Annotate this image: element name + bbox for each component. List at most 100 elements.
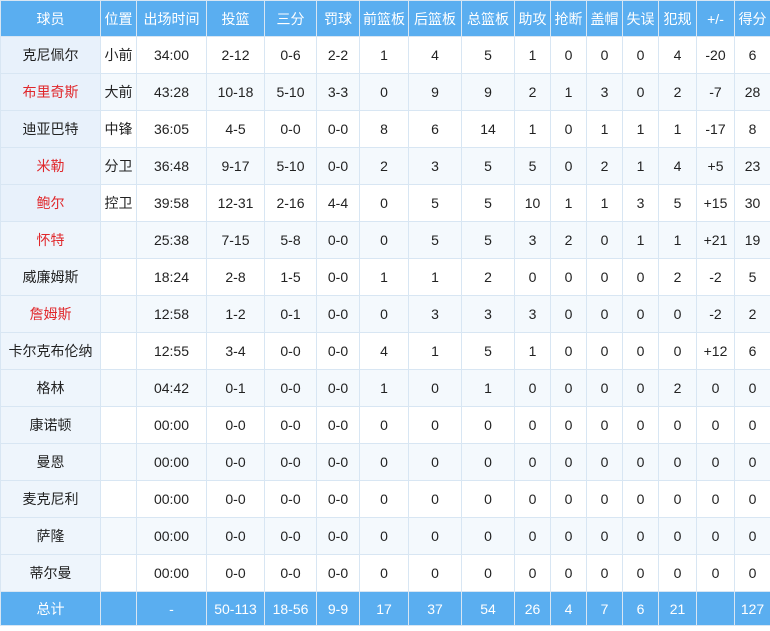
cell-player-name[interactable]: 蒂尔曼 bbox=[0, 554, 101, 592]
cell-turnovers: 1 bbox=[622, 110, 659, 148]
cell-player-name[interactable]: 卡尔克布伦纳 bbox=[0, 332, 101, 370]
total-total-rebounds: 54 bbox=[461, 591, 515, 626]
cell-free-throws: 0-0 bbox=[316, 258, 360, 296]
cell-points: 0 bbox=[734, 480, 770, 518]
total-turnovers: 6 bbox=[622, 591, 659, 626]
cell-defensive-rebounds: 1 bbox=[408, 258, 462, 296]
cell-player-name[interactable]: 迪亚巴特 bbox=[0, 110, 101, 148]
column-header-fouls[interactable]: 犯规 bbox=[658, 0, 697, 37]
cell-player-name[interactable]: 怀特 bbox=[0, 221, 101, 259]
cell-defensive-rebounds: 5 bbox=[408, 221, 462, 259]
cell-minutes: 00:00 bbox=[136, 554, 207, 592]
cell-minutes: 00:00 bbox=[136, 406, 207, 444]
column-header-field-goals[interactable]: 投篮 bbox=[206, 0, 265, 37]
table-row: 康诺顿 00:00 0-0 0-0 0-0 0 0 0 0 0 0 0 0 0 0 bbox=[0, 406, 770, 444]
table-row: 詹姆斯 12:58 1-2 0-1 0-0 0 3 3 3 0 0 0 0 -2 2 bbox=[0, 295, 770, 333]
cell-blocks: 1 bbox=[586, 110, 623, 148]
cell-assists: 1 bbox=[514, 36, 551, 74]
cell-offensive-rebounds: 1 bbox=[359, 369, 409, 407]
cell-steals: 0 bbox=[550, 443, 587, 481]
cell-player-name[interactable]: 麦克尼利 bbox=[0, 480, 101, 518]
table-footer: 总计 -50-113 18-56 9-9 17 37 54 26 4 7 6 21 127 bbox=[0, 591, 770, 626]
cell-player-name[interactable]: 克尼佩尔 bbox=[0, 36, 101, 74]
cell-offensive-rebounds: 4 bbox=[359, 332, 409, 370]
total-free-throws: 9-9 bbox=[316, 591, 360, 626]
cell-player-name[interactable]: 布里奇斯 bbox=[0, 73, 101, 111]
cell-steals: 0 bbox=[550, 36, 587, 74]
cell-three-pointers: 5-8 bbox=[264, 221, 317, 259]
cell-defensive-rebounds: 0 bbox=[408, 554, 462, 592]
cell-blocks: 0 bbox=[586, 369, 623, 407]
cell-player-name[interactable]: 康诺顿 bbox=[0, 406, 101, 444]
column-header-turnovers[interactable]: 失误 bbox=[622, 0, 659, 37]
cell-assists: 10 bbox=[514, 184, 551, 222]
cell-three-pointers: 5-10 bbox=[264, 147, 317, 185]
cell-offensive-rebounds: 0 bbox=[359, 221, 409, 259]
column-header-total-rebounds[interactable]: 总篮板 bbox=[461, 0, 515, 37]
column-header-blocks[interactable]: 盖帽 bbox=[586, 0, 623, 37]
cell-field-goals: 12-31 bbox=[206, 184, 265, 222]
cell-field-goals: 2-8 bbox=[206, 258, 265, 296]
cell-defensive-rebounds: 1 bbox=[408, 332, 462, 370]
cell-plus-minus: 0 bbox=[696, 369, 735, 407]
cell-field-goals: 1-2 bbox=[206, 295, 265, 333]
column-header-defensive-rebounds[interactable]: 后篮板 bbox=[408, 0, 462, 37]
total-blocks: 7 bbox=[586, 591, 623, 626]
cell-plus-minus: -17 bbox=[696, 110, 735, 148]
cell-total-rebounds: 0 bbox=[461, 406, 515, 444]
cell-fouls: 4 bbox=[658, 147, 697, 185]
table-row: 格林 04:42 0-1 0-0 0-0 1 0 1 0 0 0 0 2 0 0 bbox=[0, 369, 770, 407]
total-defensive-rebounds: 37 bbox=[408, 591, 462, 626]
cell-offensive-rebounds: 1 bbox=[359, 36, 409, 74]
column-header-assists[interactable]: 助攻 bbox=[514, 0, 551, 37]
cell-three-pointers: 2-16 bbox=[264, 184, 317, 222]
cell-assists: 0 bbox=[514, 258, 551, 296]
column-header-three-pointers[interactable]: 三分 bbox=[264, 0, 317, 37]
cell-minutes: 12:55 bbox=[136, 332, 207, 370]
column-header-plus-minus[interactable]: +/- bbox=[696, 0, 735, 37]
cell-turnovers: 0 bbox=[622, 517, 659, 555]
cell-player-name[interactable]: 米勒 bbox=[0, 147, 101, 185]
cell-steals: 0 bbox=[550, 147, 587, 185]
cell-fouls: 0 bbox=[658, 295, 697, 333]
cell-assists: 1 bbox=[514, 332, 551, 370]
cell-player-name[interactable]: 詹姆斯 bbox=[0, 295, 101, 333]
cell-blocks: 1 bbox=[586, 184, 623, 222]
column-header-position[interactable]: 位置 bbox=[100, 0, 137, 37]
cell-field-goals: 0-0 bbox=[206, 517, 265, 555]
header-row: 球员 位置 出场时间 投篮 三分 罚球 前篮板 后篮板 总篮板 助攻 抢断 盖帽 失误 犯规 +/- 得分 bbox=[0, 0, 770, 37]
cell-plus-minus: -2 bbox=[696, 295, 735, 333]
cell-points: 2 bbox=[734, 295, 770, 333]
cell-player-name[interactable]: 威廉姆斯 bbox=[0, 258, 101, 296]
cell-turnovers: 0 bbox=[622, 443, 659, 481]
total-steals: 4 bbox=[550, 591, 587, 626]
cell-offensive-rebounds: 8 bbox=[359, 110, 409, 148]
cell-field-goals: 0-0 bbox=[206, 406, 265, 444]
column-header-steals[interactable]: 抢断 bbox=[550, 0, 587, 37]
column-header-minutes[interactable]: 出场时间 bbox=[136, 0, 207, 37]
cell-free-throws: 4-4 bbox=[316, 184, 360, 222]
cell-steals: 2 bbox=[550, 221, 587, 259]
cell-field-goals: 0-0 bbox=[206, 443, 265, 481]
cell-minutes: 00:00 bbox=[136, 443, 207, 481]
cell-defensive-rebounds: 0 bbox=[408, 406, 462, 444]
total-plus-minus bbox=[696, 591, 735, 626]
cell-minutes: 12:58 bbox=[136, 295, 207, 333]
cell-total-rebounds: 5 bbox=[461, 184, 515, 222]
cell-total-rebounds: 0 bbox=[461, 443, 515, 481]
column-header-free-throws[interactable]: 罚球 bbox=[316, 0, 360, 37]
cell-player-name[interactable]: 萨隆 bbox=[0, 517, 101, 555]
cell-turnovers: 0 bbox=[622, 73, 659, 111]
cell-total-rebounds: 9 bbox=[461, 73, 515, 111]
cell-player-name[interactable]: 鲍尔 bbox=[0, 184, 101, 222]
cell-player-name[interactable]: 曼恩 bbox=[0, 443, 101, 481]
column-header-player-name[interactable]: 球员 bbox=[0, 0, 101, 37]
cell-minutes: 00:00 bbox=[136, 480, 207, 518]
cell-fouls: 2 bbox=[658, 73, 697, 111]
table-header: 球员 位置 出场时间 投篮 三分 罚球 前篮板 后篮板 总篮板 助攻 抢断 盖帽 失误 犯规 +/- 得分 bbox=[0, 0, 770, 37]
column-header-points[interactable]: 得分 bbox=[734, 0, 770, 37]
column-header-offensive-rebounds[interactable]: 前篮板 bbox=[359, 0, 409, 37]
table-row: 曼恩 00:00 0-0 0-0 0-0 0 0 0 0 0 0 0 0 0 0 bbox=[0, 443, 770, 481]
cell-player-name[interactable]: 格林 bbox=[0, 369, 101, 407]
cell-turnovers: 3 bbox=[622, 184, 659, 222]
